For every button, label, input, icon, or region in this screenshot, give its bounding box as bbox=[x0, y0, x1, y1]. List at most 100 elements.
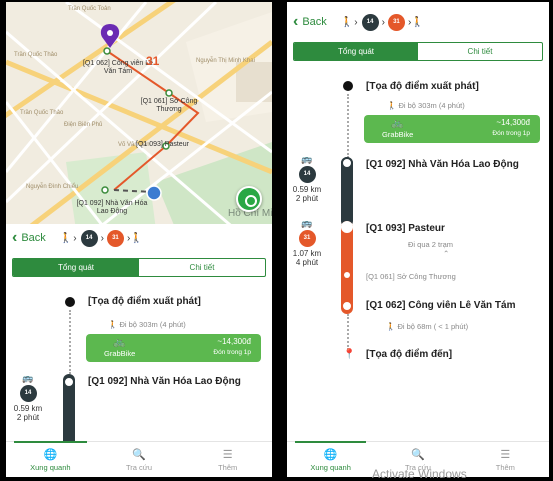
map-marker-label-062: [Q1 062] Công viên Lê Văn Tám bbox=[82, 60, 154, 75]
walk-info: 🚶 Đi bộ 303m (4 phút) bbox=[108, 320, 186, 329]
map-marker-label-093: [Q1 093] Pasteur bbox=[136, 141, 189, 148]
nav-label: Thêm bbox=[218, 462, 238, 472]
walk-icon: 🚶 bbox=[387, 101, 399, 110]
tab-overview[interactable]: Tổng quát bbox=[294, 43, 418, 60]
end-label: [Tọa độ điểm đến] bbox=[366, 349, 453, 360]
walk-path bbox=[347, 94, 349, 158]
bottom-nav: 🌐 Xung quanh 🔍 Tra cứu ☰ Thêm bbox=[6, 441, 272, 477]
segment-time: 2 phút bbox=[295, 194, 319, 203]
walk-text: Đi bộ 68m ( < 1 phút) bbox=[397, 322, 469, 331]
walk-info: 🚶 Đi bộ 68m ( < 1 phút) bbox=[386, 322, 468, 331]
bike-icon: 🚲 bbox=[391, 118, 404, 129]
segment-info: 🚌 31 1.07 km 4 phút bbox=[289, 218, 325, 268]
bus-icon: 🚌 bbox=[301, 154, 313, 164]
grabbike-option[interactable]: 🚲 GrabBike ~14,300đ Đón trong 1p bbox=[86, 334, 261, 362]
chevron-left-icon: ‹ bbox=[293, 13, 299, 30]
bus-badge: 14 bbox=[19, 385, 37, 402]
segment-distance: 1.07 km bbox=[292, 249, 322, 258]
grab-pickup: Đón trong 1p bbox=[213, 349, 251, 356]
search-icon: 🔍 bbox=[411, 448, 425, 461]
nav-more[interactable]: ☰ Thêm bbox=[462, 442, 549, 477]
tab-overview[interactable]: Tổng quát bbox=[13, 259, 139, 276]
chevron-up-icon[interactable]: ⌃ bbox=[443, 249, 449, 258]
stop-dot bbox=[341, 221, 353, 233]
chevron-left-icon: ‹ bbox=[12, 229, 18, 246]
walk-path bbox=[347, 314, 349, 350]
stop-061-label: [Q1 061] Sở Công Thương bbox=[366, 272, 456, 281]
route-header: ‹ Back 🚶 › 14 › 31 › 🚶 bbox=[287, 8, 549, 36]
route-header: ‹ Back 🚶 › 14 › 31 › 🚶 bbox=[6, 224, 272, 252]
walk-icon: 🚶 bbox=[340, 16, 354, 28]
nav-lookup[interactable]: 🔍 Tra cứu bbox=[95, 442, 184, 477]
bus-badge: 14 bbox=[80, 229, 98, 247]
stop-093-label[interactable]: [Q1 093] Pasteur bbox=[366, 223, 445, 234]
view-tabs: Tổng quát Chi tiết bbox=[12, 258, 266, 277]
grab-price: ~14,300đ bbox=[496, 118, 530, 127]
tab-detail[interactable]: Chi tiết bbox=[139, 259, 265, 276]
bus-badge: 31 bbox=[298, 230, 316, 247]
bus-badge: 14 bbox=[361, 13, 379, 31]
walk-icon: 🚶 bbox=[59, 232, 73, 244]
arrow-icon: › bbox=[354, 16, 358, 28]
destination-pin-icon: 📍 bbox=[343, 349, 356, 360]
stop-062-label[interactable]: [Q1 062] Công viên Lê Văn Tám bbox=[366, 300, 515, 311]
back-label: Back bbox=[21, 232, 46, 244]
walk-icon: 🚶 bbox=[130, 232, 143, 244]
stop-dot bbox=[341, 300, 353, 312]
my-location-button[interactable] bbox=[236, 186, 262, 212]
start-label: [Tọa độ điểm xuất phát] bbox=[88, 296, 201, 307]
street-label: Điện Biên Phủ bbox=[64, 122, 103, 128]
start-point-icon bbox=[65, 297, 75, 307]
grabbike-option[interactable]: 🚲 GrabBike ~14,300đ Đón trong 1p bbox=[364, 115, 540, 143]
map-marker-label-092: [Q1 092] Nhà Văn Hóa Lao Động bbox=[76, 200, 148, 215]
walk-icon: 🚶 bbox=[386, 322, 398, 331]
segment-time: 4 phút bbox=[295, 258, 319, 267]
view-tabs: Tổng quát Chi tiết bbox=[293, 42, 543, 61]
bus-badge: 14 bbox=[298, 166, 316, 183]
street-label: Nguyễn Đình Chiểu bbox=[26, 184, 79, 190]
globe-icon: 🌐 bbox=[43, 448, 58, 461]
walk-path bbox=[69, 310, 71, 374]
route-number-label: 31 bbox=[146, 54, 160, 68]
walk-icon: 🚶 bbox=[411, 16, 424, 28]
stop-092-label[interactable]: [Q1 092] Nhà Văn Hóa Lao Động bbox=[366, 159, 519, 170]
grab-pickup: Đón trong 1p bbox=[492, 130, 530, 137]
route-steps: 🚶 › 14 › 31 › 🚶 bbox=[340, 13, 424, 31]
stop-092-label[interactable]: [Q1 092] Nhà Văn Hóa Lao Động bbox=[88, 376, 241, 387]
nav-label: Xung quanh bbox=[30, 462, 71, 472]
back-label: Back bbox=[302, 16, 327, 28]
street-label: Trần Quốc Thảo bbox=[20, 110, 64, 116]
route-detail-sheet: ‹ Back 🚶 › 14 › 31 › 🚶 Tổng quát Chi tiết [T… bbox=[287, 8, 549, 477]
nav-more[interactable]: ☰ Thêm bbox=[183, 442, 272, 477]
back-button[interactable]: ‹ Back bbox=[293, 13, 327, 30]
arrow-icon: › bbox=[381, 16, 385, 28]
stop-dot-small bbox=[344, 272, 350, 278]
segment-distance: 0.59 km bbox=[13, 404, 43, 413]
back-button[interactable]: ‹ Back bbox=[12, 229, 46, 246]
grab-price: ~14,300đ bbox=[217, 337, 251, 346]
nav-nearby[interactable]: 🌐 Xung quanh bbox=[6, 441, 95, 477]
route-map[interactable]: Trần Quốc Toản Trần Quốc Thảo Võ Văn Tần… bbox=[6, 2, 272, 230]
segment-distance: 0.59 km bbox=[292, 185, 322, 194]
grab-name: GrabBike bbox=[382, 130, 414, 139]
stop-dot bbox=[63, 376, 75, 388]
bus-icon: 🚌 bbox=[301, 218, 313, 228]
tab-detail[interactable]: Chi tiết bbox=[418, 43, 542, 60]
grab-name: GrabBike bbox=[104, 349, 136, 358]
street-label: Trần Quốc Thảo bbox=[14, 52, 58, 58]
nav-label: Tra cứu bbox=[126, 462, 152, 472]
bus-badge: 31 bbox=[106, 229, 124, 247]
street-label: Nguyễn Thị Minh Khai bbox=[196, 58, 255, 64]
via-stops[interactable]: Đi qua 2 trạm bbox=[408, 240, 453, 249]
arrow-icon: › bbox=[73, 232, 77, 244]
walk-text: Đi bộ 303m (4 phút) bbox=[119, 320, 186, 329]
nav-nearby[interactable]: 🌐 Xung quanh bbox=[287, 441, 374, 477]
bus-icon: 🚌 bbox=[22, 373, 34, 383]
walk-icon: 🚶 bbox=[108, 320, 120, 329]
stop-dot bbox=[341, 157, 353, 169]
nav-label: Thêm bbox=[495, 462, 515, 472]
right-screen: ‹ Back 🚶 › 14 › 31 › 🚶 Tổng quát Chi tiết [T… bbox=[287, 2, 549, 477]
segment-time: 2 phút bbox=[16, 413, 40, 422]
left-screen: Trần Quốc Toản Trần Quốc Thảo Võ Văn Tần… bbox=[6, 2, 272, 477]
globe-icon: 🌐 bbox=[323, 448, 338, 461]
